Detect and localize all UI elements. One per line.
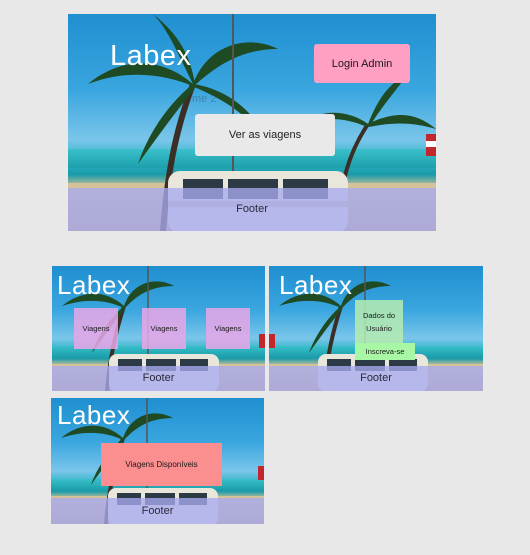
view-trips-button[interactable]: Ver as viagens	[195, 114, 335, 156]
subscribe-button[interactable]: Inscreva-se	[355, 343, 415, 360]
frame-admin: Labex Viagens Disponíveis Footer	[51, 398, 264, 524]
user-data-form: Dados do Usuário	[355, 300, 403, 344]
frame-label: me 2	[192, 93, 217, 105]
frame-subscribe: Labex Dados do Usuário Inscreva-se Foote…	[269, 266, 483, 391]
footer: Footer	[52, 366, 265, 391]
logo: Labex	[57, 270, 131, 300]
footer: Footer	[269, 366, 483, 391]
logo: Labex	[110, 40, 192, 72]
available-trips-panel[interactable]: Viagens Disponíveis	[101, 443, 222, 486]
frame-trips: Labex Viagens Viagens Viagens Footer	[52, 266, 265, 391]
trip-card[interactable]: Viagens	[206, 308, 250, 349]
login-admin-button[interactable]: Login Admin	[314, 44, 410, 83]
logo: Labex	[279, 270, 353, 300]
frame-home: Labex me 2 Login Admin Ver as viagens Fo…	[68, 14, 436, 231]
trip-card[interactable]: Viagens	[142, 308, 186, 349]
logo: Labex	[57, 400, 131, 430]
footer: Footer	[68, 188, 436, 231]
trip-card[interactable]: Viagens	[74, 308, 118, 349]
footer: Footer	[51, 498, 264, 524]
